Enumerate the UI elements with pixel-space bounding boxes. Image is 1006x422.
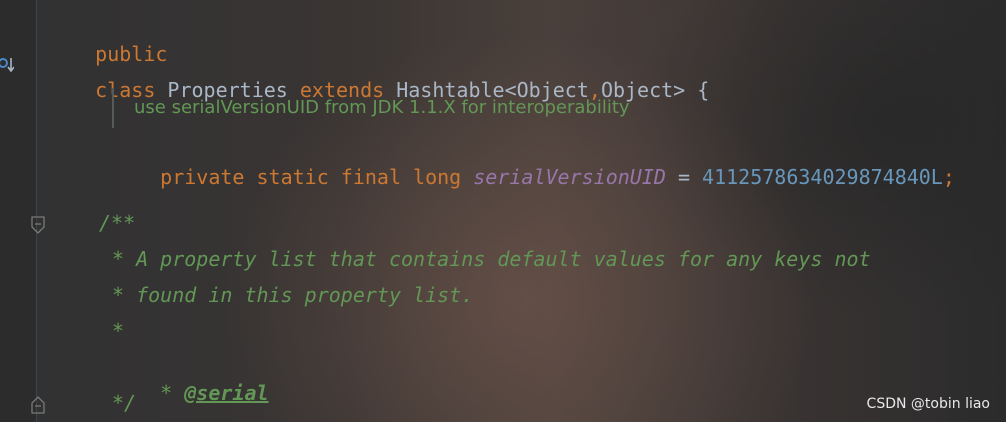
doc-comment-line[interactable]: * A property list that contains default … bbox=[112, 246, 871, 272]
doc-comment-close[interactable]: */ bbox=[112, 390, 136, 416]
doc-comment-open[interactable]: /** bbox=[99, 210, 135, 236]
doc-comment-tag-line[interactable]: * @serial bbox=[112, 354, 268, 405]
assign-operator: = bbox=[665, 165, 703, 189]
field-modifiers: private static final long bbox=[160, 165, 462, 189]
inlay-comment-bar bbox=[112, 88, 114, 128]
fold-start-icon[interactable] bbox=[30, 216, 46, 234]
code-line-field[interactable]: private static final long serialVersionU… bbox=[112, 138, 955, 189]
code-editor[interactable]: public class Properties extends Hashtabl… bbox=[0, 0, 1006, 422]
code-line-2[interactable]: class Properties extends Hashtable<Objec… bbox=[47, 51, 709, 102]
doc-star: * bbox=[160, 381, 185, 405]
doc-serial-tag[interactable]: @serial bbox=[184, 381, 268, 405]
number-literal: 4112578634029874840L bbox=[702, 165, 943, 189]
doc-comment-line[interactable]: * found in this property list. bbox=[112, 282, 473, 308]
watermark: CSDN @tobin liao bbox=[866, 396, 990, 412]
gutter-separator bbox=[36, 0, 37, 422]
field-name: serialVersionUID bbox=[473, 165, 666, 189]
inlay-comment[interactable]: use serialVersionUID from JDK 1.1.X for … bbox=[134, 97, 630, 118]
code-line-1[interactable]: public bbox=[47, 15, 167, 66]
implementation-marker-icon[interactable] bbox=[0, 56, 14, 74]
semicolon: ; bbox=[942, 165, 955, 189]
doc-comment-line[interactable]: * bbox=[112, 318, 124, 344]
fold-end-icon[interactable] bbox=[30, 396, 46, 414]
